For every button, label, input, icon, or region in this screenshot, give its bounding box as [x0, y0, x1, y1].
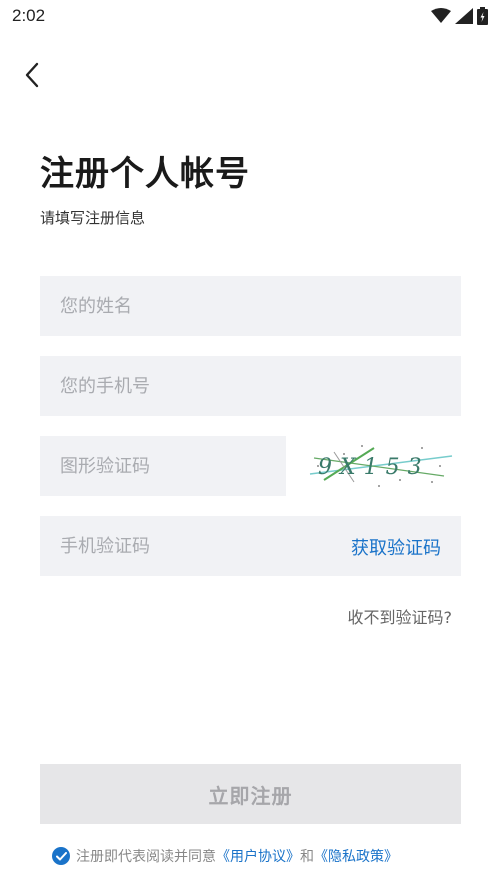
chevron-left-icon	[25, 62, 39, 88]
no-code-link[interactable]: 收不到验证码?	[348, 604, 453, 628]
user-agreement-link[interactable]: 《用户协议》	[216, 846, 300, 866]
status-time: 2:02	[12, 6, 46, 25]
battery-icon	[477, 7, 488, 25]
check-icon	[55, 851, 67, 860]
page-subtitle: 请填写注册信息	[40, 209, 146, 227]
sms-code-field: 获取验证码	[40, 516, 461, 576]
page-title: 注册个人帐号	[40, 154, 250, 194]
phone-input[interactable]	[60, 356, 461, 416]
register-button[interactable]: 立即注册	[40, 764, 461, 824]
agreement-text: 注册即代表阅读并同意	[76, 849, 216, 865]
captcha-input[interactable]	[60, 436, 286, 496]
get-code-button[interactable]: 获取验证码	[351, 534, 441, 560]
agreement-row: 注册即代表阅读并同意 《用户协议》 和 《隐私政策》	[52, 846, 398, 866]
captcha-image[interactable]: 9X153	[304, 436, 454, 496]
back-button[interactable]	[16, 58, 48, 92]
name-field	[40, 276, 461, 336]
privacy-policy-link[interactable]: 《隐私政策》	[314, 846, 398, 866]
signal-icon	[455, 8, 473, 24]
phone-field	[40, 356, 461, 416]
status-icons	[431, 7, 488, 25]
sms-code-input[interactable]	[60, 516, 320, 576]
wifi-icon	[431, 8, 451, 23]
captcha-field	[40, 436, 286, 496]
captcha-text: 9X153	[318, 455, 430, 480]
agreement-conjunction: 和	[300, 849, 314, 865]
name-input[interactable]	[60, 276, 461, 336]
status-bar: 2:02	[0, 0, 500, 36]
agreement-checkbox[interactable]	[52, 847, 70, 865]
